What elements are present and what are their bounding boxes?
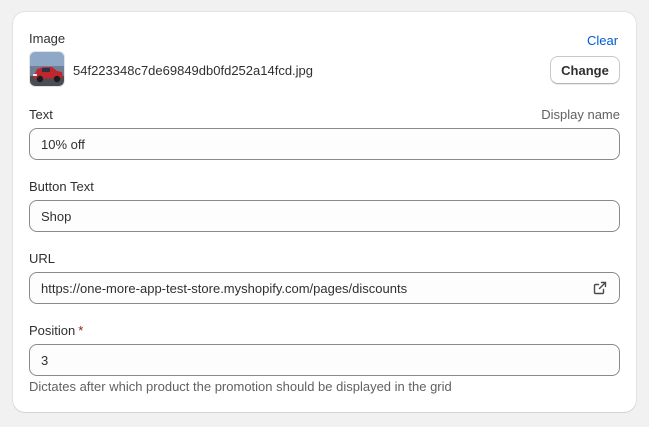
url-input-value: https://one-more-app-test-store.myshopif…: [41, 280, 408, 296]
button-text-label: Button Text: [29, 179, 94, 194]
required-asterisk: *: [78, 323, 84, 338]
text-label: Text: [29, 107, 53, 122]
url-label: URL: [29, 251, 56, 266]
clear-link[interactable]: Clear: [587, 33, 618, 48]
text-input-value: 10% off: [41, 136, 85, 152]
promotion-form-card: Image Clear 54f223348c7de69849db0fd252a1…: [13, 12, 636, 412]
position-help-text: Dictates after which product the promoti…: [29, 379, 452, 394]
position-input-value: 3: [41, 352, 49, 368]
position-label-text: Position: [29, 323, 76, 338]
display-name-label: Display name: [541, 107, 620, 122]
position-input[interactable]: 3: [29, 344, 620, 376]
url-input[interactable]: https://one-more-app-test-store.myshopif…: [29, 272, 620, 304]
image-thumbnail: [29, 51, 65, 87]
external-link-icon[interactable]: [592, 280, 608, 296]
image-label: Image: [29, 31, 66, 46]
image-filename: 54f223348c7de69849db0fd252a14fcd.jpg: [73, 63, 314, 78]
text-input[interactable]: 10% off: [29, 128, 620, 160]
position-label: Position *: [29, 323, 83, 338]
change-image-button[interactable]: Change: [550, 56, 620, 84]
button-text-input[interactable]: Shop: [29, 200, 620, 232]
button-text-input-value: Shop: [41, 208, 72, 224]
